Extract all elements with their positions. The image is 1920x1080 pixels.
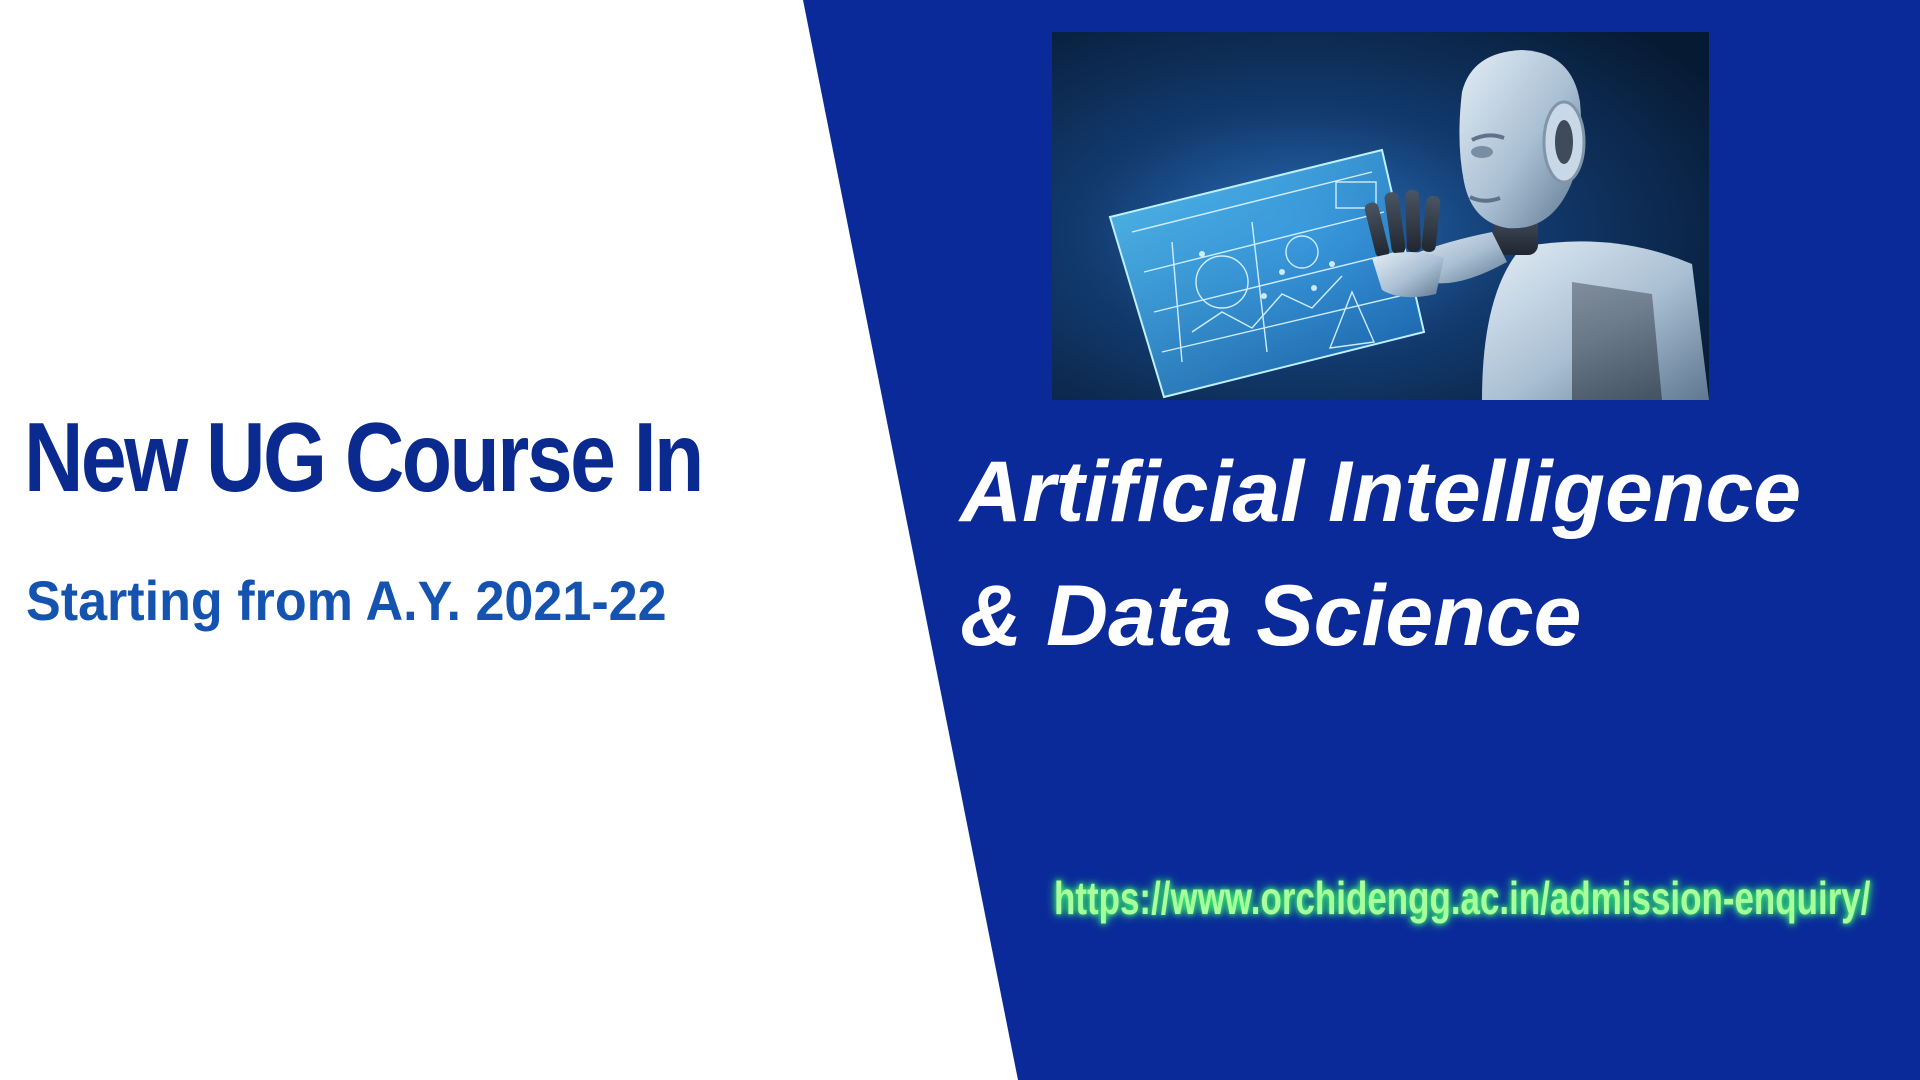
- admission-enquiry-link[interactable]: https://www.orchidengg.ac.in/admission-e…: [1054, 870, 1870, 926]
- robot-hologram-image: [1052, 32, 1709, 400]
- headline: New UG Course In: [24, 402, 704, 512]
- course-title-line-1: Artificial Intelligence: [960, 444, 1802, 540]
- ad-banner: New UG Course In Starting from A.Y. 2021…: [0, 0, 1920, 1080]
- course-title-line-2: & Data Science: [960, 568, 1582, 664]
- course-title: Artificial Intelligence & Data Science: [960, 430, 1801, 678]
- start-date-subline: Starting from A.Y. 2021-22: [26, 569, 667, 632]
